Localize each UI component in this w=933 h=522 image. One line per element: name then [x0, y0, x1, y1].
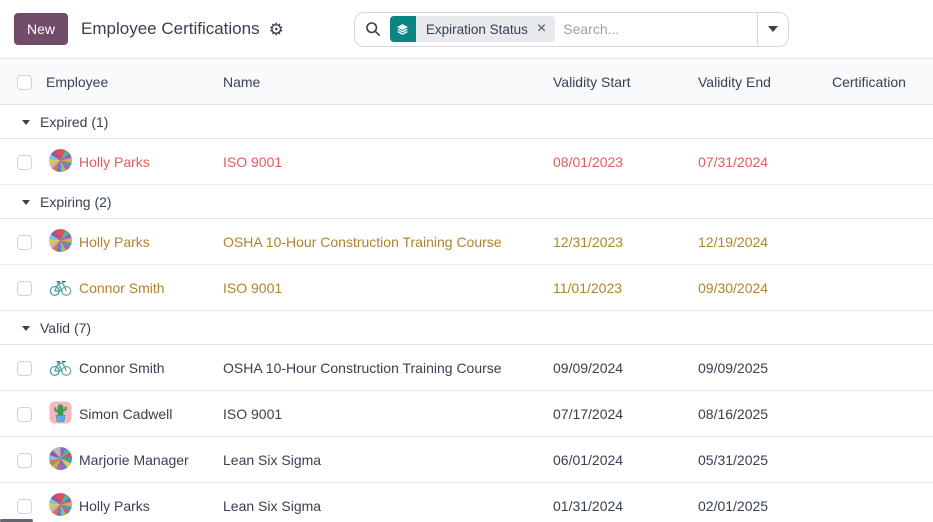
- group-collapse-caret-icon[interactable]: [22, 200, 30, 205]
- group-collapse-caret-icon[interactable]: [22, 120, 30, 125]
- certification-name: Lean Six Sigma: [223, 437, 553, 483]
- select-all-checkbox[interactable]: [17, 75, 32, 90]
- bicycle-avatar: [46, 275, 79, 301]
- table-row[interactable]: Holly Parks OSHA 10-Hour Construction Tr…: [0, 219, 933, 265]
- employee-name: Holly Parks: [79, 154, 150, 170]
- validity-end: 12/19/2024: [698, 219, 832, 265]
- certification-cell: [832, 265, 933, 311]
- certification-name: ISO 9001: [223, 265, 553, 311]
- new-button[interactable]: New: [14, 13, 68, 45]
- certification-name: OSHA 10-Hour Construction Training Cours…: [223, 219, 553, 265]
- validity-end: 08/16/2025: [698, 391, 832, 437]
- group-by-icon: [390, 16, 416, 42]
- validity-end: 05/31/2025: [698, 437, 832, 483]
- certification-cell: [832, 483, 933, 522]
- column-header-validity-start[interactable]: Validity Start: [553, 59, 698, 105]
- chevron-down-icon: [768, 26, 778, 32]
- row-checkbox[interactable]: [17, 453, 32, 468]
- validity-start: 01/31/2024: [553, 483, 698, 522]
- validity-start: 06/01/2024: [553, 437, 698, 483]
- validity-start: 07/17/2024: [553, 391, 698, 437]
- group-row-expired[interactable]: Expired (1): [0, 105, 933, 139]
- group-label: Expiring (2): [40, 194, 112, 210]
- bicycle-avatar: [46, 355, 79, 381]
- validity-start: 11/01/2023: [553, 265, 698, 311]
- facet-label: Expiration Status: [416, 22, 537, 37]
- certification-name: OSHA 10-Hour Construction Training Cours…: [223, 345, 553, 391]
- validity-start: 09/09/2024: [553, 345, 698, 391]
- employee-name: Holly Parks: [79, 498, 150, 514]
- search-input[interactable]: [555, 21, 757, 37]
- column-header-employee[interactable]: Employee: [46, 59, 223, 105]
- group-label: Expired (1): [40, 114, 108, 130]
- employee-certifications-page: New Employee Certifications ⚙ Expirati: [0, 0, 933, 522]
- row-checkbox[interactable]: [17, 499, 32, 514]
- employee-name: Holly Parks: [79, 234, 150, 250]
- certification-name: Lean Six Sigma: [223, 483, 553, 522]
- pinwheel-avatar: [46, 493, 79, 519]
- table-row[interactable]: Connor Smith ISO 9001 11/01/2023 09/30/2…: [0, 265, 933, 311]
- table-row[interactable]: Marjorie Manager Lean Six Sigma 06/01/20…: [0, 437, 933, 483]
- pinwheel2-avatar: [46, 447, 79, 473]
- search-icon: [365, 21, 381, 37]
- column-header-name[interactable]: Name: [223, 59, 553, 105]
- certification-name: ISO 9001: [223, 391, 553, 437]
- certification-name: ISO 9001: [223, 139, 553, 185]
- table-row[interactable]: Holly Parks ISO 9001 08/01/2023 07/31/20…: [0, 139, 933, 185]
- table-row[interactable]: Connor Smith OSHA 10-Hour Construction T…: [0, 345, 933, 391]
- facet-remove-icon[interactable]: ×: [537, 21, 555, 37]
- group-collapse-caret-icon[interactable]: [22, 326, 30, 331]
- table-row[interactable]: Holly Parks Lean Six Sigma 01/31/2024 02…: [0, 483, 933, 522]
- group-row-valid[interactable]: Valid (7): [0, 311, 933, 345]
- cactus-avatar: [46, 401, 79, 427]
- table-header-row: Employee Name Validity Start Validity En…: [0, 59, 933, 105]
- employee-name: Connor Smith: [79, 360, 165, 376]
- validity-end: 09/30/2024: [698, 265, 832, 311]
- validity-start: 08/01/2023: [553, 139, 698, 185]
- pinwheel-avatar: [46, 149, 79, 175]
- search-bar[interactable]: Expiration Status ×: [354, 12, 789, 47]
- certification-cell: [832, 437, 933, 483]
- certification-cell: [832, 345, 933, 391]
- filter-facet-expiration-status[interactable]: Expiration Status ×: [390, 16, 555, 42]
- row-checkbox[interactable]: [17, 155, 32, 170]
- table-row[interactable]: Simon Cadwell ISO 9001 07/17/2024 08/16/…: [0, 391, 933, 437]
- employee-name: Connor Smith: [79, 280, 165, 296]
- row-checkbox[interactable]: [17, 281, 32, 296]
- certification-cell: [832, 391, 933, 437]
- page-title: Employee Certifications: [81, 19, 260, 39]
- search-dropdown-toggle[interactable]: [757, 13, 788, 46]
- certification-table-body: Expired (1) Holly Parks ISO 9001 08/01/2…: [0, 105, 933, 522]
- certification-cell: [832, 219, 933, 265]
- pinwheel-avatar: [46, 229, 79, 255]
- row-checkbox[interactable]: [17, 407, 32, 422]
- validity-end: 07/31/2024: [698, 139, 832, 185]
- validity-start: 12/31/2023: [553, 219, 698, 265]
- control-panel: New Employee Certifications ⚙ Expirati: [0, 0, 933, 58]
- employee-name: Simon Cadwell: [79, 406, 172, 422]
- group-label: Valid (7): [40, 320, 91, 336]
- validity-end: 09/09/2025: [698, 345, 832, 391]
- row-checkbox[interactable]: [17, 235, 32, 250]
- certification-cell: [832, 139, 933, 185]
- row-checkbox[interactable]: [17, 361, 32, 376]
- gear-icon[interactable]: ⚙: [269, 21, 284, 38]
- column-header-validity-end[interactable]: Validity End: [698, 59, 832, 105]
- group-row-expiring[interactable]: Expiring (2): [0, 185, 933, 219]
- validity-end: 02/01/2025: [698, 483, 832, 522]
- column-header-certification[interactable]: Certification: [832, 59, 933, 105]
- employee-name: Marjorie Manager: [79, 452, 189, 468]
- certifications-table: Employee Name Validity Start Validity En…: [0, 58, 933, 522]
